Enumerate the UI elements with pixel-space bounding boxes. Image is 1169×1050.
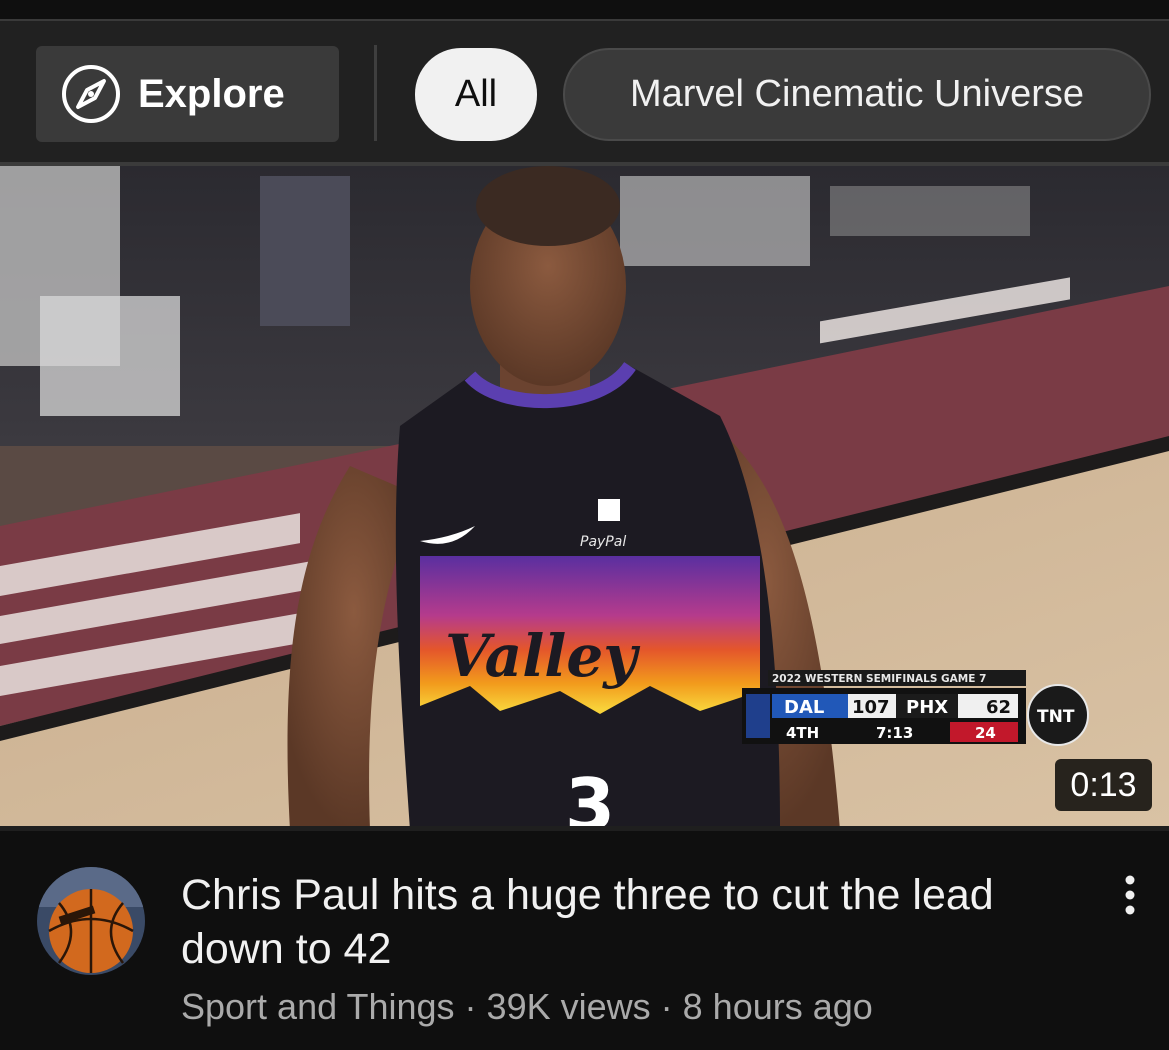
- svg-text:3: 3: [565, 763, 615, 830]
- channel-avatar[interactable]: [37, 867, 145, 975]
- upload-age: 8 hours ago: [682, 986, 873, 1027]
- video-title[interactable]: Chris Paul hits a huge three to cut the …: [181, 868, 1061, 976]
- team1-label: DAL: [784, 697, 824, 718]
- video-thumbnail[interactable]: Valley PayPal 3 2022 WESTERN SEMIFINALS …: [0, 166, 1169, 830]
- chip-bar: Explore All Marvel Cinematic Universe: [0, 21, 1169, 164]
- compass-icon: [62, 65, 120, 123]
- view-count: 39K views: [486, 986, 651, 1027]
- game-clock: 7:13: [876, 724, 913, 742]
- separator: ·: [660, 986, 673, 1027]
- team1-score: 107: [852, 697, 890, 718]
- chip-all[interactable]: All: [415, 48, 537, 141]
- explore-button[interactable]: Explore: [36, 46, 339, 142]
- shot-clock: 24: [975, 724, 996, 742]
- chip-marvel-cinematic-universe[interactable]: Marvel Cinematic Universe: [563, 48, 1151, 141]
- jersey-sponsor: PayPal: [580, 534, 626, 550]
- jersey-wordmark: Valley: [445, 622, 641, 690]
- video-subline: Sport and Things · 39K views · 8 hours a…: [181, 986, 873, 1028]
- separator: ·: [464, 986, 477, 1027]
- explore-label: Explore: [138, 71, 285, 116]
- quarter-label: 4TH: [786, 724, 819, 742]
- network-logo: TNT: [1037, 707, 1075, 727]
- more-options-icon[interactable]: [1110, 870, 1150, 920]
- channel-name[interactable]: Sport and Things: [181, 986, 455, 1027]
- chip-divider: [374, 45, 377, 141]
- team2-label: PHX: [906, 697, 948, 718]
- team2-score: 62: [986, 697, 1011, 718]
- thumbnail-image: Valley PayPal 3 2022 WESTERN SEMIFINALS …: [0, 166, 1169, 830]
- basketball-icon: [37, 867, 145, 975]
- scorebug-headline: 2022 WESTERN SEMIFINALS GAME 7: [772, 673, 986, 685]
- duration-badge: 0:13: [1055, 759, 1152, 811]
